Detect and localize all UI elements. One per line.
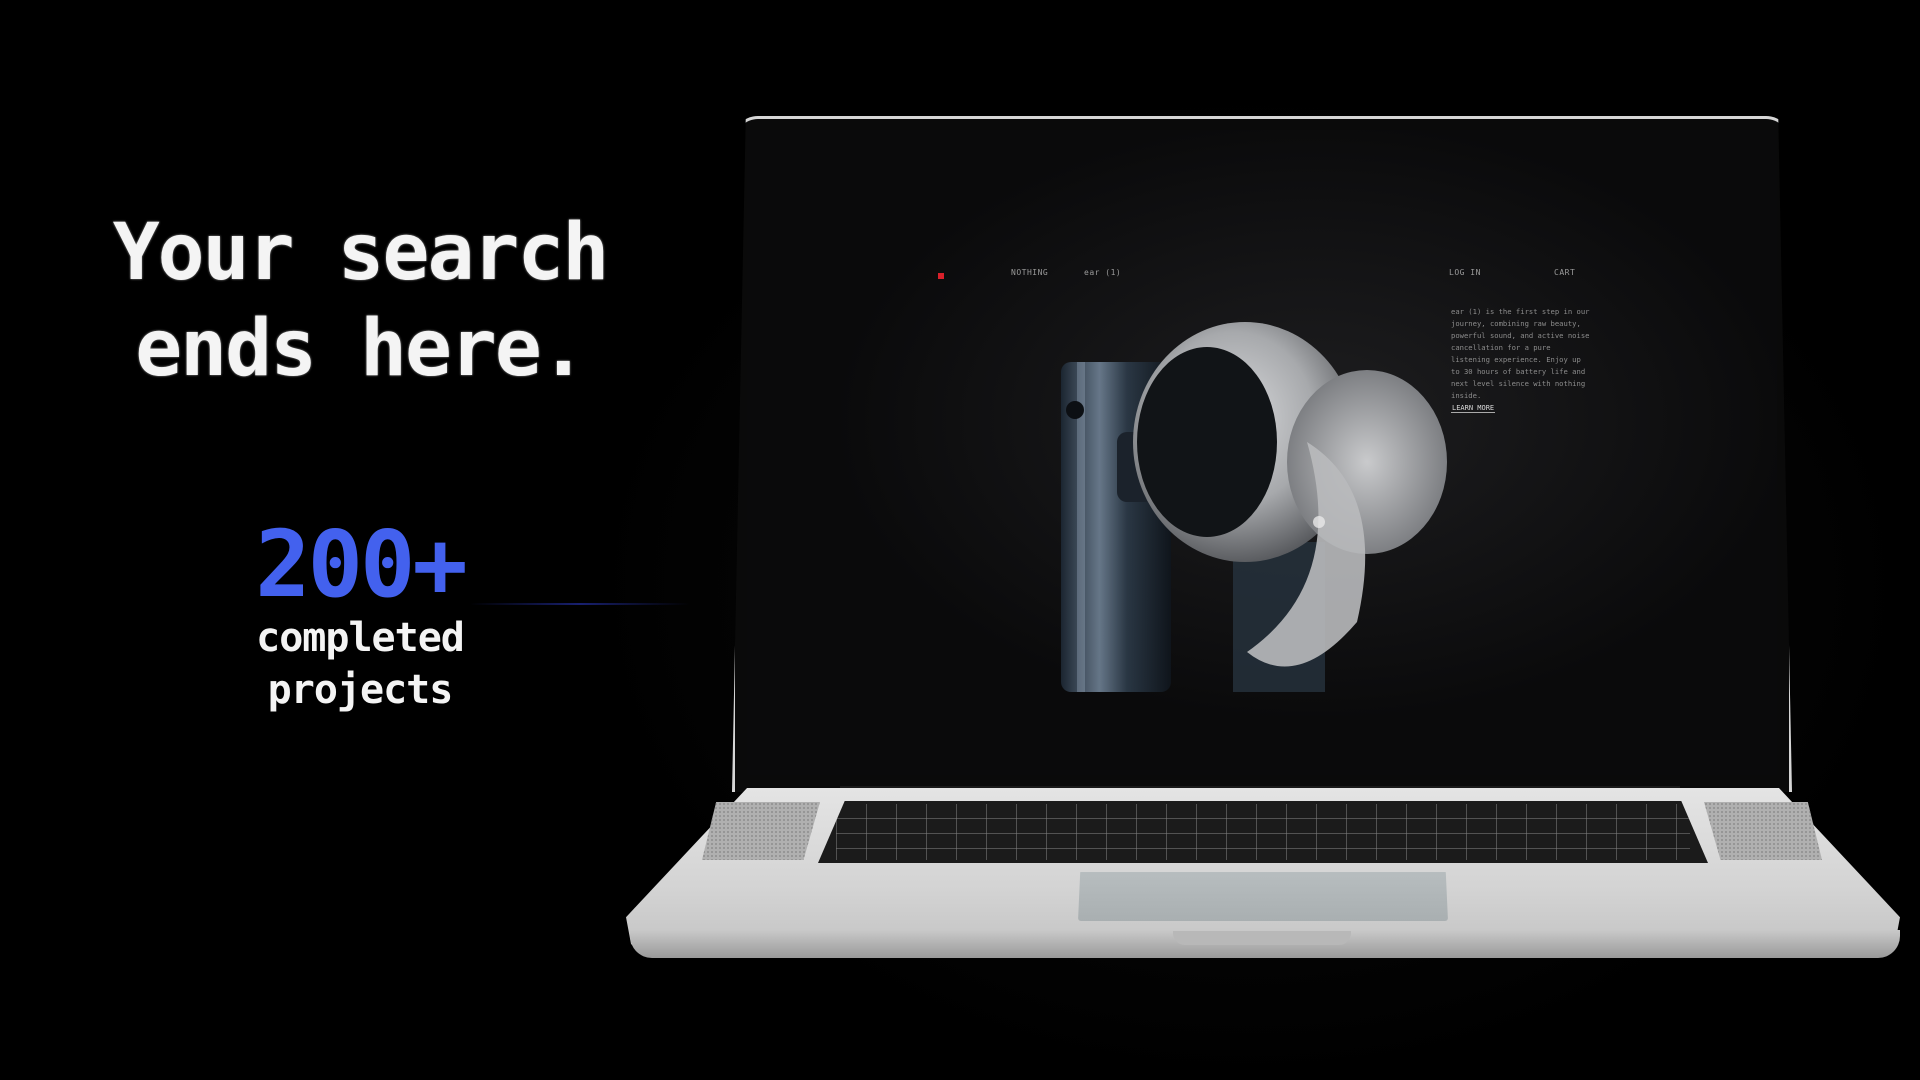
laptop-notch	[1173, 931, 1351, 945]
speaker-grille-right	[1704, 802, 1822, 860]
keyboard-keys	[836, 804, 1690, 860]
screen-nav-brand[interactable]: NOTHING	[1011, 268, 1048, 277]
screen-nav: NOTHING ear (1) LOG IN CART	[747, 268, 1777, 282]
page: Your search ends here. 200+ completed pr…	[0, 0, 1920, 1080]
hero-title-line-1: Your search	[112, 208, 610, 298]
screen-nav-cart[interactable]: CART	[1554, 268, 1575, 277]
keyboard	[818, 801, 1708, 863]
stat-label-line-2: projects	[267, 667, 454, 713]
screen-learn-more-link[interactable]: LEARN MORE	[1451, 404, 1496, 413]
earbud-product-image	[1061, 322, 1447, 692]
stat-label-line-1: completed	[256, 615, 465, 661]
hero-title-line-2: ends here.	[135, 304, 587, 394]
screen-product-description: ear (1) is the first step in our journey…	[1451, 307, 1590, 400]
hero-title: Your search ends here.	[100, 205, 620, 397]
screen-nav-login[interactable]: LOG IN	[1449, 268, 1481, 277]
laptop-screen: NOTHING ear (1) LOG IN CART ear (1) is t…	[747, 130, 1777, 775]
speaker-grille-left	[702, 802, 820, 860]
trackpad	[1078, 872, 1448, 921]
screen-nav-product[interactable]: ear (1)	[1084, 268, 1121, 277]
stat-label: completed projects	[160, 612, 560, 716]
